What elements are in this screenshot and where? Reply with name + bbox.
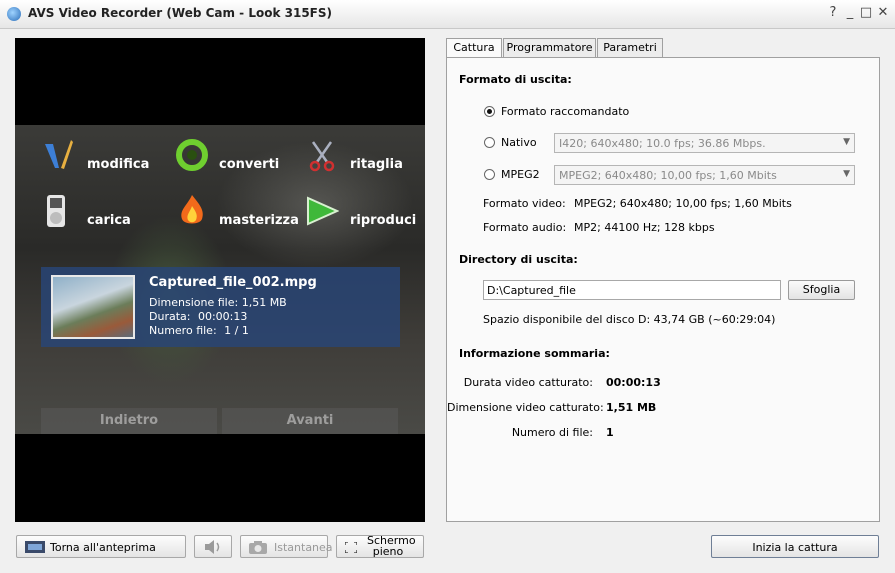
video-thumbnail[interactable] xyxy=(51,275,135,339)
summary-size-label: Dimensione video catturato: xyxy=(447,401,604,414)
app-icon xyxy=(7,7,21,21)
summary-size-value: 1,51 MB xyxy=(606,401,657,414)
mpeg2-format-radio[interactable] xyxy=(484,169,495,180)
window-title: AVS Video Recorder (Web Cam - Look 315FS… xyxy=(28,6,333,20)
close-icon[interactable]: ✕ xyxy=(876,5,890,21)
audio-format-label: Formato audio: xyxy=(483,221,567,234)
burn-button[interactable]: masterizza xyxy=(175,194,299,228)
output-dir-heading: Directory di uscita: xyxy=(459,253,578,266)
play-icon xyxy=(307,196,339,226)
title-bar: AVS Video Recorder (Web Cam - Look 315FS… xyxy=(0,0,895,29)
output-dir-value: D:\Captured_file xyxy=(487,284,576,297)
tab-parameters[interactable]: Parametri xyxy=(597,38,663,58)
burn-label: masterizza xyxy=(219,213,299,228)
file-count-value: 1 / 1 xyxy=(224,324,249,337)
convert-button[interactable]: converti xyxy=(175,138,295,172)
native-format-radio[interactable] xyxy=(484,137,495,148)
recommended-format-label[interactable]: Formato raccomandato xyxy=(501,105,629,118)
back-to-preview-label: Torna all'anteprima xyxy=(50,541,156,554)
output-format-heading: Formato di uscita: xyxy=(459,73,572,86)
file-duration-line: Durata: 00:00:13 xyxy=(149,310,247,323)
fullscreen-icon xyxy=(345,542,357,553)
free-space-text: Spazio disponibile del disco D: 43,74 GB… xyxy=(483,313,776,326)
play-button[interactable]: riproduci xyxy=(305,194,417,228)
fullscreen-button[interactable]: Schermo pieno xyxy=(336,535,424,558)
chevron-down-icon: ▼ xyxy=(843,137,850,147)
file-size-line: Dimensione file: 1,51 MB xyxy=(149,296,287,309)
summary-duration-label: Durata video catturato: xyxy=(463,376,593,389)
tab-capture[interactable]: Cattura xyxy=(446,38,502,59)
mpeg2-format-label[interactable]: MPEG2 xyxy=(501,168,540,181)
edit-button[interactable]: modifica xyxy=(39,138,159,172)
file-count-line: Numero file: 1 / 1 xyxy=(149,324,249,337)
native-format-value: I420; 640x480; 10.0 fps; 36.86 Mbps. xyxy=(559,137,766,150)
back-button[interactable]: Indietro xyxy=(41,408,217,434)
scissors-icon xyxy=(309,141,335,172)
back-to-preview-button[interactable]: Torna all'anteprima xyxy=(16,535,186,558)
start-capture-button[interactable]: Inizia la cattura xyxy=(711,535,879,558)
film-icon xyxy=(25,541,45,553)
summary-count-label: Numero di file: xyxy=(511,426,593,439)
summary-duration-value: 00:00:13 xyxy=(606,376,661,389)
camera-icon xyxy=(249,541,267,554)
video-preview: modifica converti ritaglia carica master… xyxy=(15,38,425,522)
native-format-select[interactable]: I420; 640x480; 10.0 fps; 36.86 Mbps. ▼ xyxy=(554,133,855,153)
output-dir-field[interactable]: D:\Captured_file xyxy=(483,280,781,300)
capture-panel: Formato di uscita: Formato raccomandato … xyxy=(446,57,880,522)
convert-label: converti xyxy=(219,157,280,172)
audio-format-value: MP2; 44100 Hz; 128 kbps xyxy=(574,221,715,234)
native-format-label[interactable]: Nativo xyxy=(501,136,537,149)
summary-heading: Informazione sommaria: xyxy=(459,347,610,360)
media-player-icon xyxy=(47,195,65,227)
snapshot-label: Istantanea xyxy=(274,541,333,554)
file-name: Captured_file_002.mpg xyxy=(149,275,317,290)
chevron-down-icon: ▼ xyxy=(843,169,850,179)
upload-button[interactable]: carica xyxy=(39,194,159,228)
convert-icon xyxy=(176,139,208,171)
file-duration-label: Durata: xyxy=(149,310,191,323)
video-format-value: MPEG2; 640x480; 10,00 fps; 1,60 Mbits xyxy=(574,197,792,210)
play-label: riproduci xyxy=(350,213,417,228)
file-count-label: Numero file: xyxy=(149,324,217,337)
mpeg2-format-value: MPEG2; 640x480; 10,00 fps; 1,60 Mbits xyxy=(559,169,777,182)
maximize-icon[interactable]: □ xyxy=(859,5,873,21)
snapshot-button[interactable]: Istantanea xyxy=(240,535,333,558)
file-size-value: 1,51 MB xyxy=(241,296,287,309)
help-icon[interactable]: ? xyxy=(826,5,840,21)
mpeg2-format-select[interactable]: MPEG2; 640x480; 10,00 fps; 1,60 Mbits ▼ xyxy=(554,165,855,185)
volume-button[interactable] xyxy=(194,535,232,558)
trim-label: ritaglia xyxy=(350,157,403,172)
trim-button[interactable]: ritaglia xyxy=(305,138,415,172)
captured-file-info: Captured_file_002.mpg Dimensione file: 1… xyxy=(41,267,400,347)
minimize-icon[interactable]: _ xyxy=(843,5,857,21)
tab-scheduler[interactable]: Programmatore xyxy=(503,38,596,58)
next-button[interactable]: Avanti xyxy=(222,408,398,434)
start-capture-label: Inizia la cattura xyxy=(752,541,838,554)
recommended-format-radio[interactable] xyxy=(484,106,495,117)
edit-label: modifica xyxy=(87,157,150,172)
video-format-label: Formato video: xyxy=(483,197,566,210)
flame-icon xyxy=(181,195,203,224)
fullscreen-label-line2: pieno xyxy=(372,545,404,558)
file-duration-value: 00:00:13 xyxy=(197,310,248,323)
upload-label: carica xyxy=(87,213,131,228)
pencil-icon xyxy=(45,140,73,169)
file-size-label: Dimensione file: xyxy=(149,296,239,309)
browse-button[interactable]: Sfoglia xyxy=(788,280,855,300)
summary-count-value: 1 xyxy=(606,426,614,439)
speaker-icon xyxy=(205,540,220,554)
